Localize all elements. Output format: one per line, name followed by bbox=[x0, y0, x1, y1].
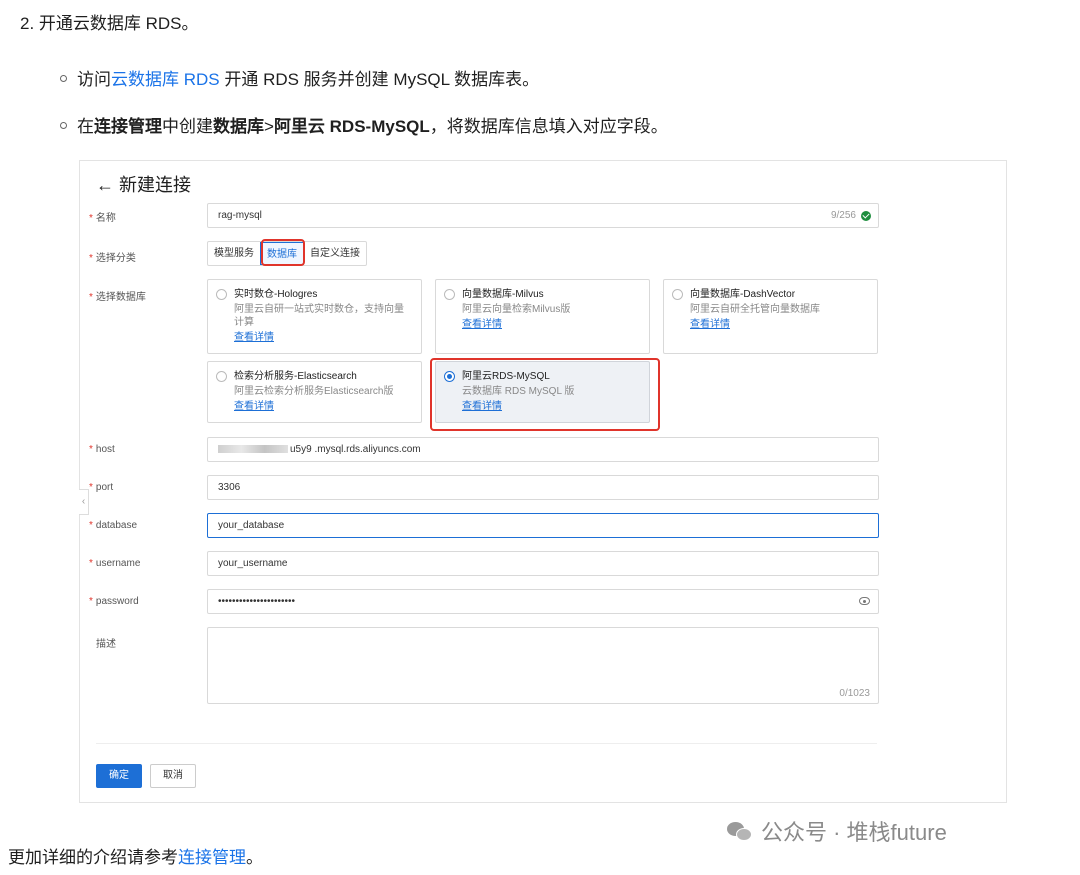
page-title: ← 新建连接 bbox=[96, 171, 191, 197]
password-value: •••••••••••••••••••••• bbox=[218, 596, 296, 607]
back-arrow-icon[interactable]: ← bbox=[96, 175, 114, 195]
username-label: * username bbox=[89, 558, 140, 569]
bullet-dot-icon bbox=[60, 122, 67, 130]
database-type-label: * 选择数据库 bbox=[89, 288, 146, 303]
label-text: database bbox=[95, 520, 138, 531]
name-value: rag-mysql bbox=[218, 210, 262, 221]
bullet-bold: 数据库 bbox=[213, 117, 264, 136]
bullet-text: 开通 RDS 服务并创建 MySQL 数据库表。 bbox=[219, 70, 540, 89]
card-details-link[interactable]: 查看详情 bbox=[234, 331, 413, 344]
card-desc: 阿里云自研一站式实时数仓，支持向量计算 bbox=[234, 304, 404, 328]
required-mark: * bbox=[89, 520, 93, 531]
label-text: 选择数据库 bbox=[95, 292, 146, 303]
footer-post: 。 bbox=[246, 848, 263, 867]
label-text: host bbox=[95, 444, 115, 455]
bullet-create-connection: 在连接管理中创建数据库>阿里云 RDS-MySQL，将数据库信息填入对应字段。 bbox=[60, 112, 668, 137]
required-mark: * bbox=[89, 482, 93, 493]
step-title: 2. 开通云数据库 RDS。 bbox=[20, 14, 199, 33]
cancel-button[interactable]: 取消 bbox=[150, 764, 196, 788]
card-name: 检索分析服务-Elasticsearch bbox=[234, 371, 357, 382]
username-value: your_username bbox=[218, 558, 288, 569]
host-input[interactable]: u5y9 .mysql.rds.aliyuncs.com bbox=[207, 437, 879, 462]
wechat-icon bbox=[727, 820, 753, 842]
port-label: * port bbox=[89, 482, 113, 493]
bullet-dot-icon bbox=[60, 75, 67, 83]
watermark: 公众号 · 堆栈future bbox=[727, 815, 947, 847]
card-desc: 阿里云检索分析服务Elasticsearch版 bbox=[234, 386, 394, 397]
username-input[interactable]: your_username bbox=[207, 551, 879, 576]
redacted-text bbox=[218, 445, 288, 454]
card-details-link[interactable]: 查看详情 bbox=[462, 318, 641, 331]
collapse-sidebar-button[interactable]: ‹ bbox=[79, 489, 89, 515]
page-title-text: 新建连接 bbox=[119, 175, 192, 195]
footer-text: 更加详细的介绍请参考连接管理。 bbox=[8, 843, 263, 868]
card-details-link[interactable]: 查看详情 bbox=[690, 318, 869, 331]
watermark-text: 公众号 · 堆栈future bbox=[761, 820, 947, 845]
label-text: 选择分类 bbox=[95, 253, 136, 264]
card-details-link[interactable]: 查看详情 bbox=[234, 400, 413, 413]
db-card-milvus[interactable]: 向量数据库-Milvus 阿里云向量检索Milvus版 查看详情 bbox=[435, 279, 650, 354]
required-mark: * bbox=[89, 292, 93, 303]
bullet-bold: 连接管理 bbox=[94, 117, 162, 136]
card-desc: 阿里云向量检索Milvus版 bbox=[462, 304, 571, 315]
database-value: your_database bbox=[218, 520, 285, 531]
bullet-text: 中创建 bbox=[162, 117, 213, 136]
highlight-box bbox=[261, 239, 305, 266]
label-text: password bbox=[95, 596, 139, 607]
db-card-hologres[interactable]: 实时数仓-Hologres 阿里云自研一站式实时数仓，支持向量计算 查看详情 bbox=[207, 279, 422, 354]
host-label: * host bbox=[89, 444, 115, 455]
divider bbox=[96, 743, 877, 744]
card-name: 实时数仓-Hologres bbox=[234, 289, 318, 300]
label-text: port bbox=[95, 482, 114, 493]
required-mark: * bbox=[89, 444, 93, 455]
name-input[interactable]: rag-mysql 9/256 bbox=[207, 203, 879, 228]
required-mark: * bbox=[89, 596, 93, 607]
database-input[interactable]: your_database bbox=[207, 513, 879, 538]
required-mark: * bbox=[89, 558, 93, 569]
category-model-service[interactable]: 模型服务 bbox=[208, 242, 260, 265]
bullet-text: 访问 bbox=[77, 70, 111, 89]
radio-icon[interactable] bbox=[672, 289, 683, 300]
name-counter: 9/256 bbox=[830, 210, 856, 221]
database-label: * database bbox=[89, 520, 137, 531]
radio-icon[interactable] bbox=[216, 289, 227, 300]
host-value: u5y9 .mysql.rds.aliyuncs.com bbox=[290, 444, 421, 455]
category-custom[interactable]: 自定义连接 bbox=[304, 242, 366, 265]
db-card-elasticsearch[interactable]: 检索分析服务-Elasticsearch 阿里云检索分析服务Elasticsea… bbox=[207, 361, 422, 423]
confirm-button[interactable]: 确定 bbox=[96, 764, 142, 788]
bullet-open-rds: 访问云数据库 RDS 开通 RDS 服务并创建 MySQL 数据库表。 bbox=[60, 65, 539, 90]
password-label: * password bbox=[89, 596, 139, 607]
label-text: 名称 bbox=[95, 213, 116, 224]
card-name: 向量数据库-Milvus bbox=[462, 289, 544, 300]
highlight-box bbox=[430, 358, 660, 431]
new-connection-screenshot: ← 新建连接 ‹ * 名称 rag-mysql 9/256 * 选择分类 模型服务 … bbox=[79, 160, 1007, 803]
db-card-dashvector[interactable]: 向量数据库-DashVector 阿里云自研全托管向量数据库 查看详情 bbox=[663, 279, 878, 354]
rds-link[interactable]: 云数据库 RDS bbox=[111, 70, 220, 89]
description-textarea[interactable]: 0/1023 bbox=[207, 627, 879, 704]
name-label: * 名称 bbox=[89, 209, 116, 224]
radio-icon[interactable] bbox=[216, 371, 227, 382]
port-value: 3306 bbox=[218, 482, 241, 493]
connection-management-link[interactable]: 连接管理 bbox=[178, 848, 246, 867]
card-desc: 阿里云自研全托管向量数据库 bbox=[690, 304, 820, 315]
check-icon bbox=[861, 211, 871, 221]
card-name: 向量数据库-DashVector bbox=[690, 289, 796, 300]
category-label: * 选择分类 bbox=[89, 249, 136, 264]
bullet-text: ，将数据库信息填入对应字段。 bbox=[429, 117, 668, 136]
port-input[interactable]: 3306 bbox=[207, 475, 879, 500]
eye-icon[interactable] bbox=[859, 597, 870, 605]
bullet-text: > bbox=[264, 117, 274, 136]
label-text: username bbox=[95, 558, 141, 569]
description-label: 描述 bbox=[96, 639, 116, 650]
radio-icon[interactable] bbox=[444, 289, 455, 300]
bullet-bold: 阿里云 RDS-MySQL bbox=[273, 117, 430, 136]
bullet-text: 在 bbox=[77, 117, 94, 136]
footer-pre: 更加详细的介绍请参考 bbox=[8, 848, 178, 867]
required-mark: * bbox=[89, 213, 93, 224]
required-mark: * bbox=[89, 253, 93, 264]
description-counter: 0/1023 bbox=[839, 688, 870, 699]
password-input[interactable]: •••••••••••••••••••••• bbox=[207, 589, 879, 614]
